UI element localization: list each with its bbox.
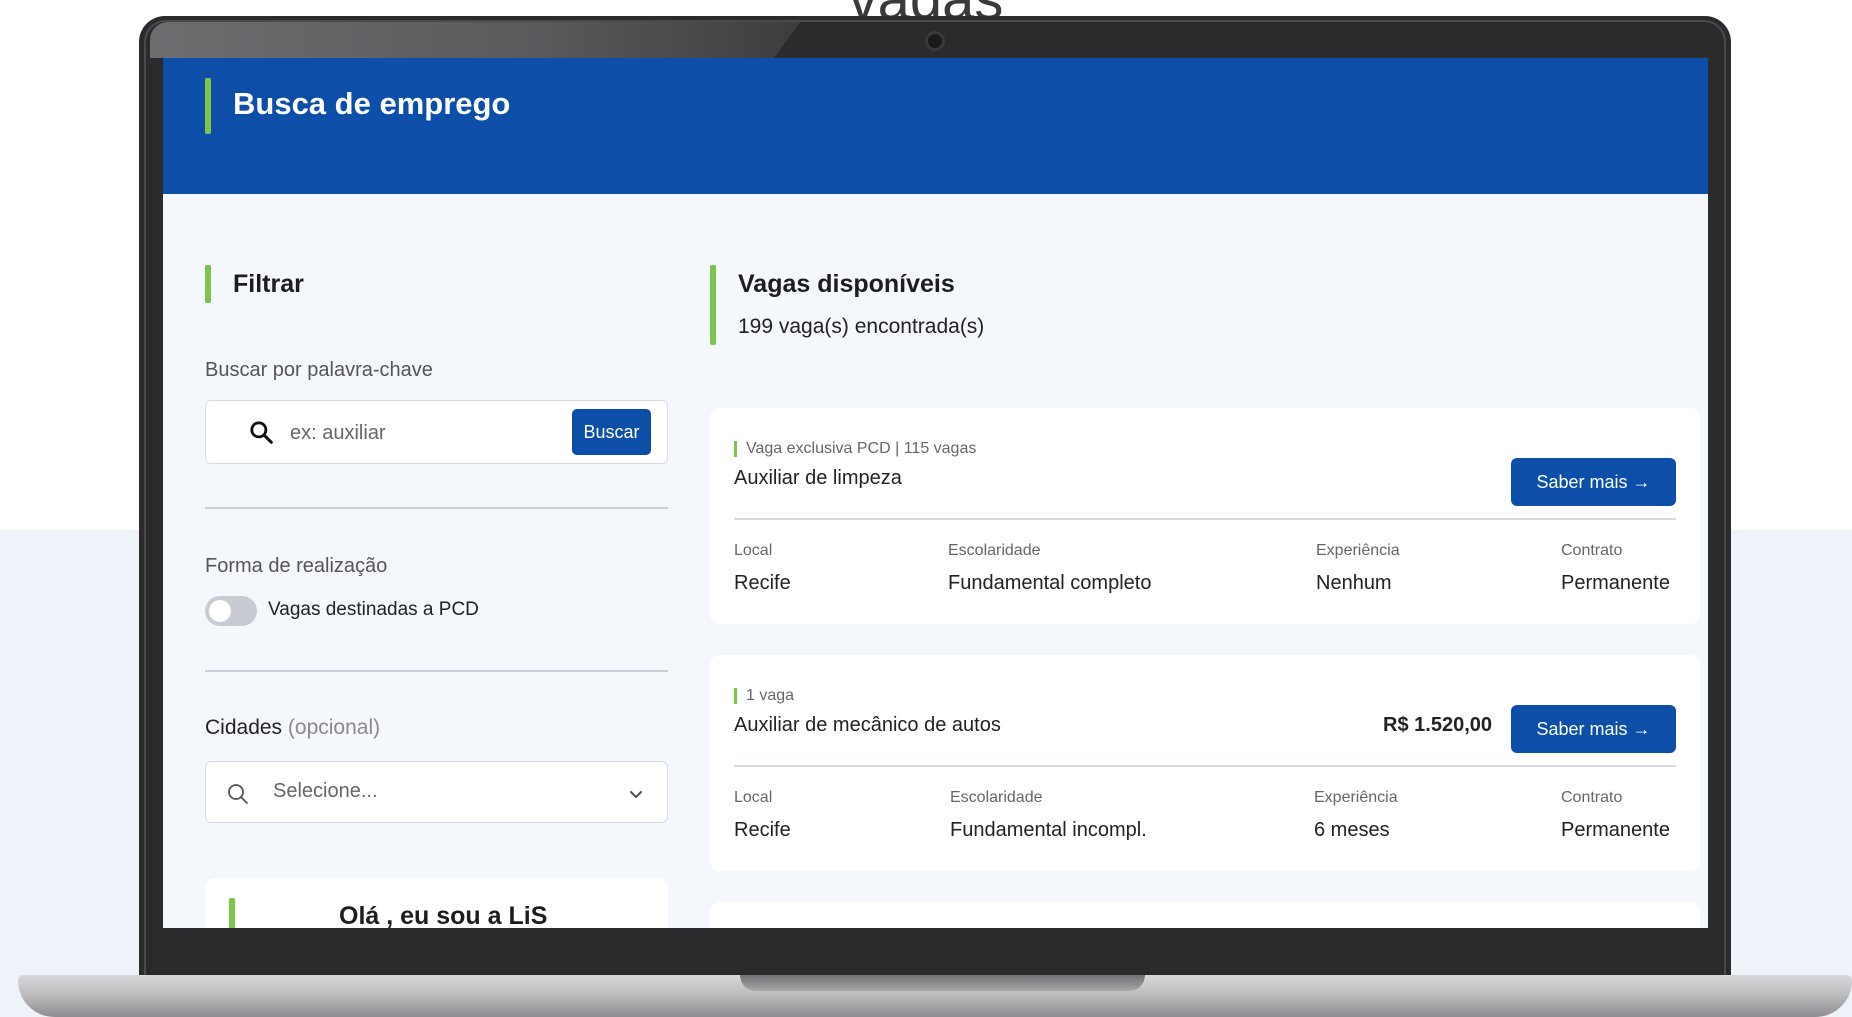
page-title: Busca de emprego	[233, 86, 511, 121]
header-accent-bar	[205, 78, 211, 134]
saber-mais-button[interactable]: Saber mais →	[1511, 705, 1676, 753]
camera-icon	[925, 31, 945, 51]
job-salary: R$ 1.520,00	[1383, 714, 1492, 736]
cities-label: Cidades (opcional)	[205, 716, 380, 740]
local-label: Local	[734, 789, 773, 806]
cities-label-text: Cidades	[205, 716, 283, 739]
job-divider	[734, 765, 1676, 767]
saber-mais-button[interactable]: Saber mais →	[1511, 458, 1676, 506]
escolaridade-value: Fundamental completo	[948, 572, 1152, 594]
local-value: Recife	[734, 819, 791, 841]
cities-optional-text: (opcional)	[287, 716, 381, 739]
search-input[interactable]	[290, 413, 570, 453]
escolaridade-value: Fundamental incompl.	[950, 819, 1147, 841]
job-title: Auxiliar de limpeza	[734, 467, 902, 489]
toggle-knob	[209, 600, 231, 622]
job-card	[710, 902, 1700, 928]
job-tag: 1 vaga	[746, 687, 795, 704]
job-tag-bar	[734, 441, 737, 457]
laptop-notch	[740, 975, 1145, 991]
filter-title: Filtrar	[233, 270, 304, 298]
mode-label: Forma de realização	[205, 555, 388, 577]
cities-select-placeholder: Selecione...	[273, 780, 378, 802]
contrato-value: Permanente	[1561, 572, 1670, 594]
pcd-toggle-label: Vagas destinadas a PCD	[268, 599, 479, 620]
search-button[interactable]: Buscar	[572, 409, 651, 455]
local-label: Local	[734, 542, 773, 559]
screen: Busca de emprego Filtrar Buscar por pala…	[163, 58, 1708, 928]
assistant-accent-bar	[229, 898, 235, 928]
job-tag: Vaga exclusiva PCD | 115 vagas	[746, 440, 977, 457]
escolaridade-label: Escolaridade	[948, 542, 1041, 559]
job-card: 1 vaga Auxiliar de mecânico de autos R$ …	[710, 655, 1700, 871]
results-accent-bar	[710, 265, 716, 345]
job-title: Auxiliar de mecânico de autos	[734, 714, 1001, 736]
experiencia-value: Nenhum	[1316, 572, 1392, 594]
local-value: Recife	[734, 572, 791, 594]
chevron-down-icon	[630, 791, 642, 798]
experiencia-label: Experiência	[1316, 542, 1400, 559]
filter-accent-bar	[205, 265, 211, 303]
escolaridade-label: Escolaridade	[950, 789, 1043, 806]
assistant-card[interactable]: Olá , eu sou a LiS	[205, 878, 668, 928]
contrato-label: Contrato	[1561, 789, 1623, 806]
search-icon	[250, 421, 273, 444]
contrato-label: Contrato	[1561, 542, 1623, 559]
results-title: Vagas disponíveis	[738, 270, 955, 298]
assistant-greeting: Olá , eu sou a LiS	[339, 902, 548, 928]
divider	[205, 507, 668, 509]
job-divider	[734, 518, 1676, 520]
contrato-value: Permanente	[1561, 819, 1670, 841]
search-icon	[228, 784, 248, 804]
experiencia-value: 6 meses	[1314, 819, 1390, 841]
keyword-label: Buscar por palavra-chave	[205, 359, 433, 381]
pcd-toggle[interactable]	[205, 596, 257, 626]
keyword-search: Buscar	[205, 400, 668, 464]
experiencia-label: Experiência	[1314, 789, 1398, 806]
cities-select[interactable]: Selecione...	[205, 761, 668, 823]
divider	[205, 670, 668, 672]
job-tag-bar	[734, 688, 737, 704]
lid-glare	[150, 22, 800, 58]
results-count: 199 vaga(s) encontrada(s)	[738, 315, 985, 338]
job-card: Vaga exclusiva PCD | 115 vagas Auxiliar …	[710, 408, 1700, 624]
app-header: Busca de emprego	[163, 58, 1708, 194]
